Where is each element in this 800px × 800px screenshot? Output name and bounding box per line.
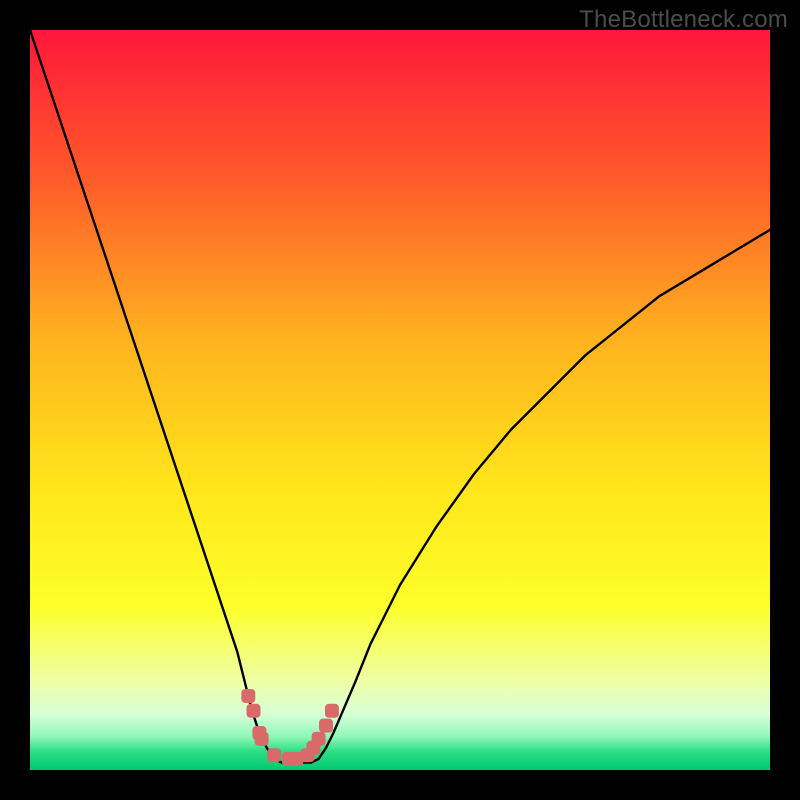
curve-marker	[319, 719, 333, 733]
curve-marker	[312, 732, 326, 746]
bottleneck-chart	[30, 30, 770, 770]
curve-marker	[267, 748, 281, 762]
chart-frame: TheBottleneck.com	[0, 0, 800, 800]
curve-marker	[255, 732, 269, 746]
curve-marker	[325, 704, 339, 718]
curve-marker	[241, 689, 255, 703]
gradient-background	[30, 30, 770, 770]
curve-marker	[246, 704, 260, 718]
